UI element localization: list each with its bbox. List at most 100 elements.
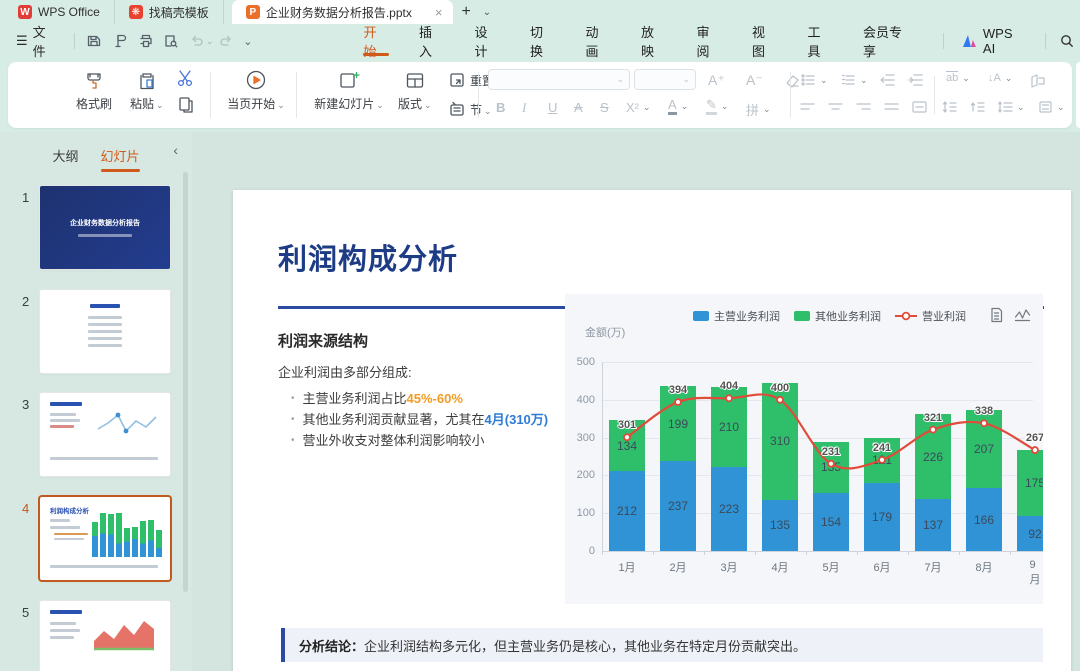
bold-button[interactable]: B (496, 100, 505, 115)
tab-slides[interactable]: 幻灯片 (101, 146, 140, 165)
bullet-list[interactable]: •主营业务利润占比45%-60%•其他业务利润贡献显著，尤其在4月(310万)•… (291, 388, 548, 451)
slide-thumbnail-2[interactable] (40, 290, 170, 373)
redo-icon[interactable] (214, 29, 240, 53)
current-slide[interactable]: 利润构成分析 利润来源结构 企业利润由多部分组成: •主营业务利润占比45%-6… (233, 190, 1071, 671)
more-commands-icon[interactable]: ⌄ (243, 35, 252, 48)
sidebar-scrollbar[interactable] (183, 172, 188, 592)
character-spacing-button[interactable]: ab⌄ (946, 72, 970, 84)
x-tick-label: 8月 (975, 559, 992, 575)
line-spacing-button[interactable]: ⌄ (998, 100, 1025, 114)
thumb4-bar (124, 528, 130, 557)
align-left-button[interactable] (800, 100, 815, 114)
search-icon[interactable] (1054, 29, 1080, 53)
menu-tab-5[interactable]: 动画 (571, 24, 627, 58)
new-tab-button[interactable]: + (453, 0, 478, 24)
convert-textbox-button[interactable] (1030, 72, 1046, 88)
section-heading[interactable]: 利润来源结构 (278, 330, 368, 351)
new-tab-dropdown-icon[interactable]: ⌄ (479, 0, 495, 24)
line-spacing-vert-button[interactable] (942, 100, 957, 114)
new-slide-button[interactable]: 新建幻灯片⌄ (306, 70, 392, 112)
slide-number: 4 (22, 501, 29, 516)
menu-tab-4[interactable]: 切换 (515, 24, 571, 58)
tab-docer-template[interactable]: ❋ 找稿壳模板 (115, 0, 224, 24)
increase-font-button[interactable]: A⁺ (708, 72, 725, 89)
intro-text[interactable]: 企业利润由多部分组成: (278, 362, 412, 381)
print-icon[interactable] (133, 29, 159, 53)
menu-tab-10[interactable]: 会员专享 (848, 24, 929, 58)
distribute-text-button[interactable] (912, 100, 927, 114)
clear-format-button[interactable] (784, 72, 801, 89)
thumb1-title: 企业财务数据分析报告 (40, 218, 170, 228)
highlight-color-button[interactable]: ✎⌄ (706, 98, 728, 115)
layout-button[interactable]: 版式⌄ (398, 70, 432, 112)
slide-number: 1 (22, 190, 29, 205)
menu-tab-3[interactable]: 设计 (460, 24, 516, 58)
slide-thumbnail-3[interactable] (40, 393, 170, 476)
bar-value-label: 226 (923, 450, 943, 464)
ribbon-toolbar: 格式刷 粘贴⌄ 当页开始⌄ 新建幻灯片⌄ 版式⌄ 重置 节⌄ ⌄ ⌄ A⁺ A⁻… (8, 62, 1072, 128)
line-value-label: 321 (924, 412, 942, 424)
chart-object[interactable]: 金额(万) 主营业务利润其他业务利润营业利润 01002003004005002… (565, 294, 1043, 604)
line-value-label: 231 (822, 446, 840, 458)
bar-value-label: 310 (770, 434, 790, 448)
undo-dropdown-icon[interactable]: ⌄ (206, 36, 214, 47)
section-button[interactable]: 节⌄ (448, 100, 492, 118)
bar-value-label: 135 (821, 460, 841, 474)
cut-button[interactable] (176, 68, 196, 88)
justify-button[interactable] (884, 100, 899, 114)
line-value-label: 267 (1026, 432, 1043, 444)
paste-button[interactable]: 粘贴⌄ (130, 70, 164, 112)
decrease-font-button[interactable]: A⁻ (746, 72, 763, 89)
menu-tab-2[interactable]: 插入 (404, 24, 460, 58)
italic-button[interactable]: I (522, 100, 526, 116)
menu-tab-6[interactable]: 放映 (626, 24, 682, 58)
collapse-panel-icon[interactable]: ‹ (173, 142, 178, 158)
tab-document[interactable]: P 企业财务数据分析报告.pptx × (232, 0, 454, 24)
x-tick-label: 7月 (924, 559, 941, 575)
strike-a-button[interactable]: A (574, 100, 583, 115)
font-family-select[interactable]: ⌄ (488, 69, 630, 90)
numbered-list-button[interactable]: ⌄ (840, 72, 868, 88)
bullet-text: 主营业务利润占比45%-60% (303, 388, 463, 409)
thumb4-bar (156, 530, 162, 557)
slide-thumbnail-5[interactable] (40, 601, 170, 671)
file-menu-button[interactable]: ☰ 文件 (0, 22, 68, 60)
increase-indent-button[interactable] (908, 72, 924, 88)
menu-tab-8[interactable]: 视图 (737, 24, 793, 58)
tab-outline[interactable]: 大纲 (52, 146, 78, 165)
y-tick-label: 200 (567, 469, 595, 481)
copy-button[interactable] (176, 95, 196, 115)
x-axis-tick (602, 551, 603, 555)
wps-ai-button[interactable]: WPS AI (950, 26, 1039, 56)
font-size-select[interactable]: ⌄ (634, 69, 696, 90)
close-tab-icon[interactable]: × (432, 5, 446, 20)
print-preview-icon[interactable] (159, 29, 185, 53)
paragraph-spacing-button[interactable] (970, 100, 985, 114)
phonetic-guide-button[interactable]: 拼⌄ (746, 100, 771, 119)
x-tick-label: 4月 (771, 559, 788, 575)
export-icon[interactable] (107, 29, 133, 53)
underline-button[interactable]: U (548, 100, 557, 115)
slide-title-textbox[interactable]: 利润构成分析 (278, 236, 458, 278)
slide-thumbnail-4[interactable]: 利润构成分析 (40, 497, 170, 580)
conclusion-block[interactable]: 分析结论：企业利润结构多元化，但主营业务仍是核心，其他业务在特定月份贡献突出。 (281, 628, 1043, 662)
decrease-indent-button[interactable] (880, 72, 896, 88)
strikethrough-button[interactable]: S (600, 100, 609, 115)
play-from-current-button[interactable]: 当页开始⌄ (220, 68, 292, 112)
bullet-list-button[interactable]: ⌄ (800, 72, 828, 88)
play-icon (244, 68, 268, 92)
save-icon[interactable] (81, 29, 107, 53)
font-color-button[interactable]: A⌄ (668, 98, 688, 115)
menu-tab-9[interactable]: 工具 (793, 24, 849, 58)
menu-tab-7[interactable]: 审阅 (682, 24, 738, 58)
align-objects-button[interactable]: ⌄ (1038, 100, 1065, 114)
format-painter-button[interactable]: 格式刷 (76, 70, 112, 112)
superscript-button[interactable]: X²⌄ (626, 100, 651, 115)
align-center-button[interactable] (828, 100, 843, 114)
tab-wps-office[interactable]: W WPS Office (4, 0, 115, 24)
menu-tab-1[interactable]: 开始 (349, 24, 405, 58)
text-direction-button[interactable]: ↓A⌄ (988, 72, 1012, 84)
align-right-button[interactable] (856, 100, 871, 114)
thumb4-bar (140, 521, 146, 557)
slide-thumbnail-1[interactable]: 企业财务数据分析报告 (40, 186, 170, 269)
